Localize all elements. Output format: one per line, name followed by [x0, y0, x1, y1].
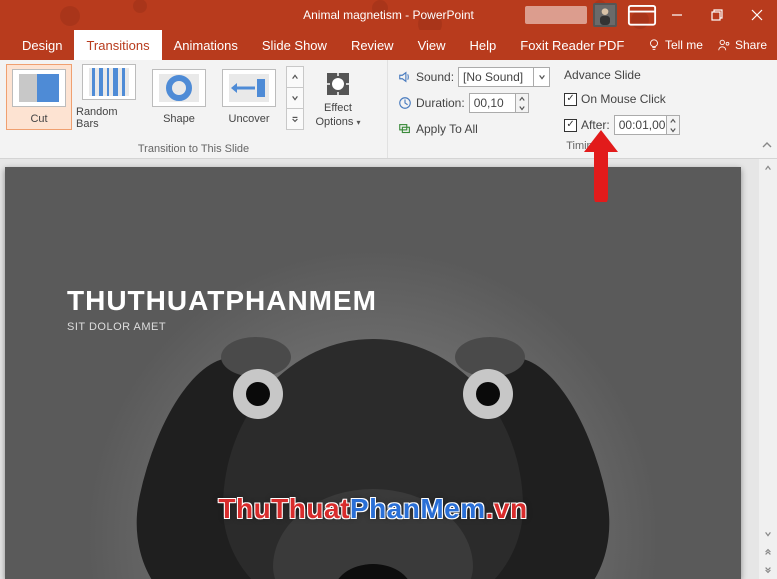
gallery-scroll-down-button[interactable] [286, 87, 304, 109]
advance-slide-header: Advance Slide [564, 68, 641, 82]
spinner-down-button[interactable] [516, 103, 528, 112]
gallery-more-button[interactable] [286, 108, 304, 130]
collapse-ribbon-button[interactable] [761, 138, 773, 156]
minimize-button[interactable] [657, 0, 697, 30]
tab-animations[interactable]: Animations [162, 30, 250, 60]
gallery-scroll [286, 66, 304, 129]
share-icon [717, 38, 731, 52]
apply-all-icon [398, 122, 412, 136]
restore-button[interactable] [697, 0, 737, 30]
tab-slide-show[interactable]: Slide Show [250, 30, 339, 60]
effect-options-icon [323, 69, 353, 99]
chevron-down-icon [533, 68, 549, 86]
after-value[interactable]: 00:01,00 [614, 115, 666, 135]
tab-help[interactable]: Help [458, 30, 509, 60]
ribbon: Cut Random Bars Shape Uncover [0, 60, 777, 159]
duration-icon [398, 96, 412, 110]
sound-value: [No Sound] [463, 70, 523, 84]
share-button[interactable]: Share [717, 38, 767, 52]
app-name: PowerPoint [413, 8, 474, 22]
duration-value[interactable]: 00,10 [469, 93, 515, 113]
transition-label: Uncover [229, 113, 270, 125]
ribbon-display-options-button[interactable] [627, 0, 657, 30]
apply-to-all-button[interactable]: Apply To All [398, 118, 550, 140]
duration-spinner[interactable]: 00,10 [469, 93, 529, 113]
after-spinner[interactable]: 00:01,00 [614, 115, 680, 135]
document-name: Animal magnetism [303, 8, 402, 22]
on-mouse-click-label: On Mouse Click [581, 92, 666, 106]
transition-cut[interactable]: Cut [6, 64, 72, 130]
scroll-down-button[interactable] [759, 525, 777, 543]
slide-canvas[interactable]: THUTHUATPHANMEM SIT DOLOR AMET ThuThuatP… [5, 167, 741, 579]
gallery-scroll-up-button[interactable] [286, 66, 304, 88]
slide-subtitle[interactable]: SIT DOLOR AMET [67, 321, 166, 333]
previous-slide-button[interactable] [759, 543, 777, 561]
slide-watermark: ThuThuatPhanMem.vn [218, 493, 527, 525]
slide-editor-area: THUTHUATPHANMEM SIT DOLOR AMET ThuThuatP… [0, 159, 777, 579]
transition-gallery: Cut Random Bars Shape Uncover [6, 64, 282, 130]
tab-review[interactable]: Review [339, 30, 406, 60]
spinner-up-button[interactable] [516, 94, 528, 103]
window-titlebar: Animal magnetism - PowerPoint [0, 0, 777, 30]
slide-title[interactable]: THUTHUATPHANMEM [67, 285, 377, 317]
close-button[interactable] [737, 0, 777, 30]
transition-label: Cut [30, 113, 47, 125]
tell-me-button[interactable]: Tell me [647, 38, 703, 52]
transition-label: Shape [163, 113, 195, 125]
after-checkbox[interactable] [564, 119, 577, 132]
on-mouse-click-checkbox[interactable] [564, 93, 577, 106]
vertical-scrollbar[interactable] [759, 159, 777, 579]
tab-view[interactable]: View [406, 30, 458, 60]
transition-shape[interactable]: Shape [146, 64, 212, 130]
sound-icon [398, 70, 412, 84]
ribbon-tabs: Design Transitions Animations Slide Show… [0, 30, 777, 60]
user-avatar[interactable] [593, 3, 617, 27]
titlebar-right-cluster [525, 0, 777, 30]
chevron-down-icon: ▾ [356, 118, 360, 127]
tab-transitions[interactable]: Transitions [74, 30, 161, 60]
group-label-transition: Transition to This Slide [0, 143, 387, 158]
user-name-block[interactable] [525, 6, 587, 24]
spinner-down-button[interactable] [667, 125, 679, 134]
transition-random-bars[interactable]: Random Bars [76, 64, 142, 130]
sound-label: Sound: [416, 70, 454, 84]
duration-label: Duration: [416, 96, 465, 110]
next-slide-button[interactable] [759, 561, 777, 579]
tab-foxit-reader-pdf[interactable]: Foxit Reader PDF [508, 30, 636, 60]
tab-design[interactable]: Design [10, 30, 74, 60]
lightbulb-icon [647, 38, 661, 52]
sound-combo[interactable]: [No Sound] [458, 67, 550, 87]
transition-label: Random Bars [76, 106, 142, 130]
transition-uncover[interactable]: Uncover [216, 64, 282, 130]
after-label: After: [581, 118, 610, 132]
group-label-timing: Timing [388, 140, 777, 155]
effect-options-button[interactable]: Effect Options ▾ [310, 64, 366, 128]
scroll-up-button[interactable] [759, 159, 777, 177]
slide-image-dog [103, 279, 643, 579]
window-title: Animal magnetism - PowerPoint [303, 8, 474, 22]
spinner-up-button[interactable] [667, 116, 679, 125]
